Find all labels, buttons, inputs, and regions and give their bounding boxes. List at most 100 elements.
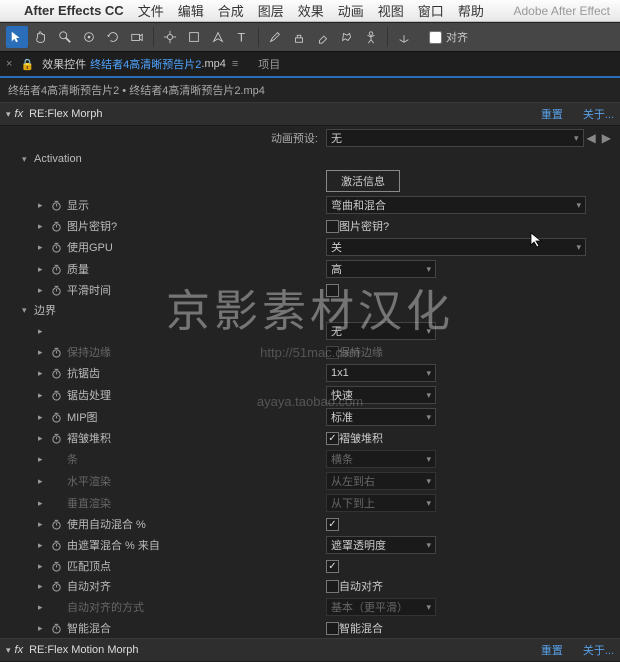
checkbox[interactable]: [326, 284, 339, 297]
expand-icon[interactable]: ▾: [6, 109, 11, 120]
activate-button[interactable]: 激活信息: [326, 170, 400, 192]
menu-effect[interactable]: 效果: [298, 1, 324, 20]
reset-link[interactable]: 重置: [541, 642, 563, 658]
menu-window[interactable]: 窗口: [418, 1, 444, 20]
stopwatch-icon[interactable]: [50, 518, 63, 531]
expand-icon[interactable]: ▸: [38, 540, 50, 551]
menu-edit[interactable]: 编辑: [178, 1, 204, 20]
expand-icon[interactable]: ▸: [38, 412, 50, 423]
checkbox[interactable]: [326, 518, 339, 531]
selection-tool[interactable]: [6, 26, 28, 48]
expand-icon[interactable]: ▾: [6, 645, 11, 656]
clone-tool[interactable]: [288, 26, 310, 48]
expand-icon[interactable]: ▸: [38, 221, 50, 232]
expand-icon[interactable]: ▸: [38, 623, 50, 634]
expand-icon[interactable]: ▸: [38, 390, 50, 401]
next-preset-icon[interactable]: ▶: [599, 131, 614, 145]
group-row[interactable]: ▾边界: [0, 300, 620, 320]
eraser-tool[interactable]: [312, 26, 334, 48]
stopwatch-icon[interactable]: [50, 241, 63, 254]
rect-tool[interactable]: [183, 26, 205, 48]
pen-tool[interactable]: [207, 26, 229, 48]
dropdown[interactable]: 1x1▾: [326, 364, 436, 382]
fx-header[interactable]: ▾ fx RE:Flex Motion Morph 重置 关于...: [0, 638, 620, 662]
roto-tool[interactable]: [336, 26, 358, 48]
dropdown[interactable]: 高▾: [326, 260, 436, 278]
expand-icon[interactable]: ▸: [38, 476, 50, 487]
expand-icon[interactable]: ▸: [38, 602, 50, 613]
dropdown[interactable]: 无▾: [326, 129, 584, 147]
hand-tool[interactable]: [30, 26, 52, 48]
dropdown[interactable]: 横条▾: [326, 450, 436, 468]
group-row[interactable]: ▾Activation: [0, 150, 620, 168]
anchor-tool[interactable]: [159, 26, 181, 48]
text-tool[interactable]: T: [231, 26, 253, 48]
expand-icon[interactable]: ▾: [22, 154, 34, 165]
expand-icon[interactable]: ▸: [38, 200, 50, 211]
fx-header[interactable]: ▾ fx RE:Flex Morph 重置 关于...: [0, 102, 620, 126]
expand-icon[interactable]: ▸: [38, 368, 50, 379]
prev-preset-icon[interactable]: ◀: [584, 131, 599, 145]
stopwatch-icon[interactable]: [50, 580, 63, 593]
dropdown[interactable]: 基本（更平滑）▾: [326, 598, 436, 616]
stopwatch-icon[interactable]: [50, 411, 63, 424]
stopwatch-icon[interactable]: [50, 389, 63, 402]
dropdown[interactable]: 从左到右▾: [326, 472, 436, 490]
menu-animation[interactable]: 动画: [338, 1, 364, 20]
expand-icon[interactable]: ▸: [38, 264, 50, 275]
dropdown[interactable]: 关▾: [326, 238, 586, 256]
menu-layer[interactable]: 图层: [258, 1, 284, 20]
checkbox[interactable]: [326, 622, 339, 635]
checkbox[interactable]: [326, 346, 339, 359]
dropdown[interactable]: 遮罩透明度▾: [326, 536, 436, 554]
dropdown[interactable]: 无▾: [326, 322, 436, 340]
stopwatch-icon[interactable]: [50, 284, 63, 297]
tab-divider[interactable]: ≡: [232, 58, 238, 70]
expand-icon[interactable]: ▸: [38, 285, 50, 296]
stopwatch-icon[interactable]: [50, 367, 63, 380]
expand-icon[interactable]: ▸: [38, 433, 50, 444]
stopwatch-icon[interactable]: [50, 199, 63, 212]
expand-icon[interactable]: ▸: [38, 326, 50, 337]
localaxis-tool[interactable]: [393, 26, 415, 48]
expand-icon[interactable]: ▸: [38, 561, 50, 572]
stopwatch-icon[interactable]: [50, 346, 63, 359]
menu-composition[interactable]: 合成: [218, 1, 244, 20]
zoom-tool[interactable]: [54, 26, 76, 48]
checkbox[interactable]: [326, 580, 339, 593]
brush-tool[interactable]: [264, 26, 286, 48]
dropdown[interactable]: 快速▾: [326, 386, 436, 404]
stopwatch-icon[interactable]: [50, 560, 63, 573]
app-name[interactable]: After Effects CC: [24, 3, 124, 18]
dropdown[interactable]: 弯曲和混合▾: [326, 196, 586, 214]
about-link[interactable]: 关于...: [583, 106, 614, 122]
menu-view[interactable]: 视图: [378, 1, 404, 20]
checkbox[interactable]: [326, 560, 339, 573]
expand-icon[interactable]: ▸: [38, 454, 50, 465]
expand-icon[interactable]: ▸: [38, 519, 50, 530]
lock-icon[interactable]: 🔒: [20, 58, 34, 71]
checkbox[interactable]: [326, 220, 339, 233]
checkbox[interactable]: [326, 432, 339, 445]
snap-toggle[interactable]: 对齐: [429, 29, 468, 45]
expand-icon[interactable]: ▾: [22, 305, 34, 316]
expand-icon[interactable]: ▸: [38, 498, 50, 509]
dropdown[interactable]: 标准▾: [326, 408, 436, 426]
reset-link[interactable]: 重置: [541, 106, 563, 122]
menu-help[interactable]: 帮助: [458, 1, 484, 20]
stopwatch-icon[interactable]: [50, 432, 63, 445]
stopwatch-icon[interactable]: [50, 622, 63, 635]
stopwatch-icon[interactable]: [50, 539, 63, 552]
expand-icon[interactable]: ▸: [38, 347, 50, 358]
orbit-tool[interactable]: [78, 26, 100, 48]
project-tab[interactable]: 项目: [258, 56, 280, 72]
stopwatch-icon[interactable]: [50, 220, 63, 233]
menu-file[interactable]: 文件: [138, 1, 164, 20]
dropdown[interactable]: 从下到上▾: [326, 494, 436, 512]
close-tab-icon[interactable]: ×: [6, 58, 12, 70]
stopwatch-icon[interactable]: [50, 263, 63, 276]
expand-icon[interactable]: ▸: [38, 581, 50, 592]
rotate-tool[interactable]: [102, 26, 124, 48]
puppet-tool[interactable]: [360, 26, 382, 48]
camera-tool[interactable]: [126, 26, 148, 48]
